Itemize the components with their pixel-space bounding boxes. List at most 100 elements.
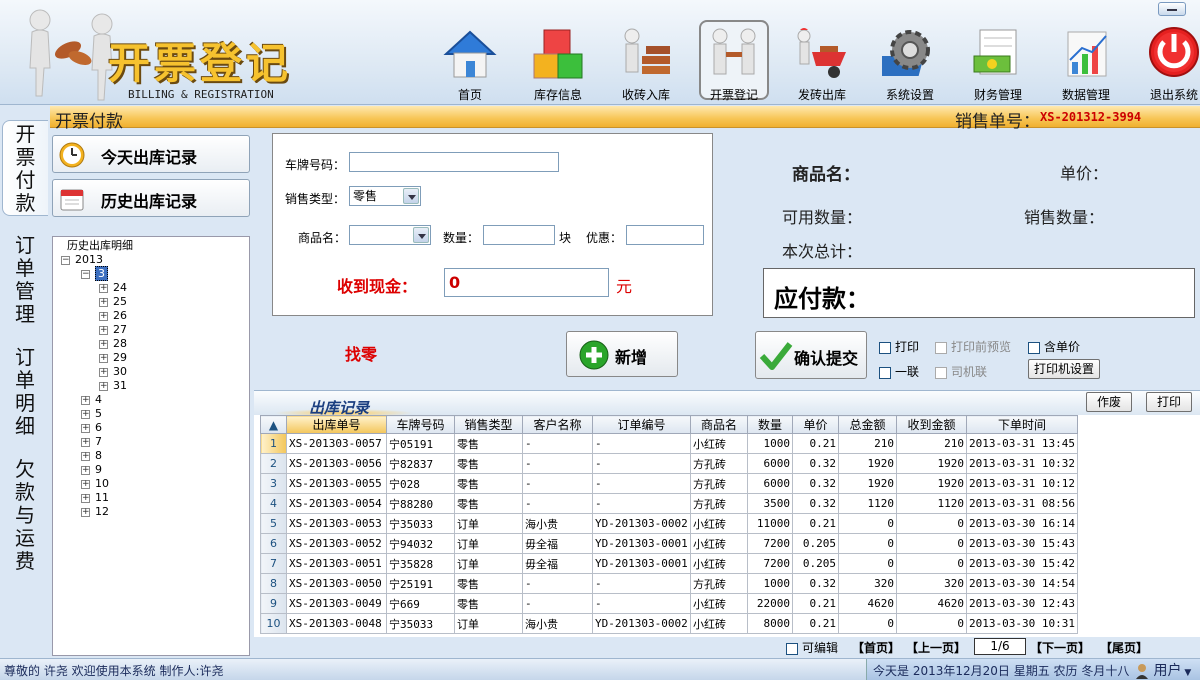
printer-settings-button[interactable]: 打印机设置 (1028, 359, 1100, 379)
table-row[interactable]: 5 XS-201303-0053 宁35033 订单 海小贵 YD-201303-0002… (260, 513, 1078, 534)
table-cell[interactable]: - (522, 433, 593, 454)
table-cell[interactable]: 2013-03-31 10:12 (966, 473, 1078, 494)
table-row[interactable]: 6 XS-201303-0052 宁94032 订单 毋全福 YD-201303-0001… (260, 533, 1078, 554)
table-cell[interactable]: 0.32 (792, 473, 839, 494)
expand-icon[interactable]: + (99, 311, 108, 321)
prev-page-link[interactable]: 【上一页】 (906, 639, 966, 656)
table-cell[interactable]: 0.21 (792, 613, 839, 634)
table-cell[interactable]: 0 (896, 533, 967, 554)
expand-icon[interactable]: + (99, 381, 108, 391)
table-cell[interactable]: 0 (838, 513, 897, 534)
table-cell[interactable]: 2013-03-30 12:43 (966, 593, 1078, 614)
table-cell[interactable]: 2013-03-31 08:56 (966, 493, 1078, 514)
table-cell[interactable]: XS-201303-0048 (286, 613, 387, 634)
table-cell[interactable]: XS-201303-0049 (286, 593, 387, 614)
table-cell[interactable]: 0 (896, 613, 967, 634)
tree-node-month[interactable]: +5 (81, 407, 102, 421)
table-cell[interactable]: 零售 (454, 593, 523, 614)
column-header[interactable]: 出库单号 (286, 415, 387, 434)
checkbox-box[interactable] (786, 642, 798, 655)
print-preview-checkbox[interactable]: 打印前预览 (935, 338, 1011, 355)
tree-node-month[interactable]: +11 (81, 491, 109, 505)
table-cell[interactable]: 宁35033 (386, 613, 455, 634)
table-cell[interactable]: XS-201303-0053 (286, 513, 387, 534)
add-button[interactable]: 新增 (566, 331, 678, 377)
collapse-icon[interactable]: − (81, 269, 90, 279)
nav-data-management[interactable]: 数据管理 (1046, 4, 1126, 104)
row-number[interactable]: 5 (260, 513, 287, 534)
tree-node-month[interactable]: +6 (81, 421, 102, 435)
tree-node-day[interactable]: +29 (99, 351, 127, 365)
qty-input[interactable] (483, 225, 555, 245)
table-cell[interactable]: 1920 (838, 453, 897, 474)
table-cell[interactable]: 订单 (454, 613, 523, 634)
table-cell[interactable]: 2013-03-31 10:32 (966, 453, 1078, 474)
table-cell[interactable]: 小红砖 (690, 533, 748, 554)
table-cell[interactable]: 1120 (838, 493, 897, 514)
table-row[interactable]: 10 XS-201303-0048 宁35033 订单 海小贵 YD-201303-000… (260, 613, 1078, 634)
table-cell[interactable]: YD-201303-0002 (592, 613, 691, 634)
table-cell[interactable]: 2013-03-30 16:14 (966, 513, 1078, 534)
tree-node-day[interactable]: +26 (99, 309, 127, 323)
table-cell[interactable]: - (522, 453, 593, 474)
table-cell[interactable]: 8000 (747, 613, 793, 634)
table-cell[interactable]: XS-201303-0050 (286, 573, 387, 594)
tree-node-month[interactable]: +8 (81, 449, 102, 463)
table-cell[interactable]: 零售 (454, 493, 523, 514)
table-cell[interactable]: 0.205 (792, 533, 839, 554)
table-cell[interactable]: 2013-03-31 13:45 (966, 433, 1078, 454)
tree-node-day[interactable]: +28 (99, 337, 127, 351)
table-cell[interactable]: 4620 (838, 593, 897, 614)
tree-node-year[interactable]: −2013 (61, 253, 103, 267)
expand-icon[interactable]: + (81, 493, 90, 503)
expand-icon[interactable]: + (81, 465, 90, 475)
tree-node-month[interactable]: +9 (81, 463, 102, 477)
tree-node-day[interactable]: +30 (99, 365, 127, 379)
table-cell[interactable]: 2013-03-30 14:54 (966, 573, 1078, 594)
table-cell[interactable]: 3500 (747, 493, 793, 514)
checkbox-box[interactable] (935, 366, 947, 379)
driver-copy-checkbox[interactable]: 司机联 (935, 363, 987, 380)
tree-node-month[interactable]: +7 (81, 435, 102, 449)
expand-icon[interactable]: + (99, 367, 108, 377)
nav-home[interactable]: 首页 (430, 4, 510, 104)
expand-icon[interactable]: + (81, 451, 90, 461)
minimize-button[interactable] (1158, 2, 1186, 16)
table-row[interactable]: 3 XS-201303-0055 宁028 零售 - - 方孔砖 6000 0.32 1920 19… (260, 473, 1078, 494)
table-cell[interactable]: 海小贵 (522, 613, 593, 634)
table-cell[interactable]: 宁88280 (386, 493, 455, 514)
side-tab-order-details[interactable]: 订单明细 (2, 346, 48, 442)
expand-icon[interactable]: + (81, 479, 90, 489)
table-cell[interactable]: 7200 (747, 553, 793, 574)
table-cell[interactable]: 订单 (454, 533, 523, 554)
table-cell[interactable]: - (592, 493, 691, 514)
table-cell[interactable]: 小红砖 (690, 613, 748, 634)
table-cell[interactable]: 宁82837 (386, 453, 455, 474)
column-header[interactable]: 数量 (747, 415, 793, 434)
void-button[interactable]: 作废 (1086, 392, 1132, 412)
table-cell[interactable]: 1920 (838, 473, 897, 494)
expand-icon[interactable]: + (81, 437, 90, 447)
table-cell[interactable]: 0.21 (792, 433, 839, 454)
expand-icon[interactable]: + (99, 325, 108, 335)
table-row[interactable]: 7 XS-201303-0051 宁35828 订单 毋全福 YD-201303-0001… (260, 553, 1078, 574)
table-cell[interactable]: 宁35033 (386, 513, 455, 534)
today-outbound-button[interactable]: 今天出库记录 (52, 135, 250, 173)
table-cell[interactable]: - (522, 573, 593, 594)
table-cell[interactable]: 订单 (454, 513, 523, 534)
table-cell[interactable]: - (592, 593, 691, 614)
table-cell[interactable]: - (522, 493, 593, 514)
table-cell[interactable]: 小红砖 (690, 553, 748, 574)
table-cell[interactable]: XS-201303-0056 (286, 453, 387, 474)
table-cell[interactable]: 1120 (896, 493, 967, 514)
tree-root[interactable]: 历史出库明细 (67, 239, 133, 253)
table-cell[interactable]: 2013-03-30 15:43 (966, 533, 1078, 554)
table-cell[interactable]: 零售 (454, 453, 523, 474)
tree-node-day[interactable]: +27 (99, 323, 127, 337)
table-cell[interactable]: 0.205 (792, 553, 839, 574)
cash-received-input[interactable]: 0 (444, 268, 609, 297)
table-cell[interactable]: 1920 (896, 453, 967, 474)
table-cell[interactable]: - (592, 433, 691, 454)
expand-icon[interactable]: + (99, 339, 108, 349)
table-row[interactable]: 4 XS-201303-0054 宁88280 零售 - - 方孔砖 3500 0.32 1120… (260, 493, 1078, 514)
